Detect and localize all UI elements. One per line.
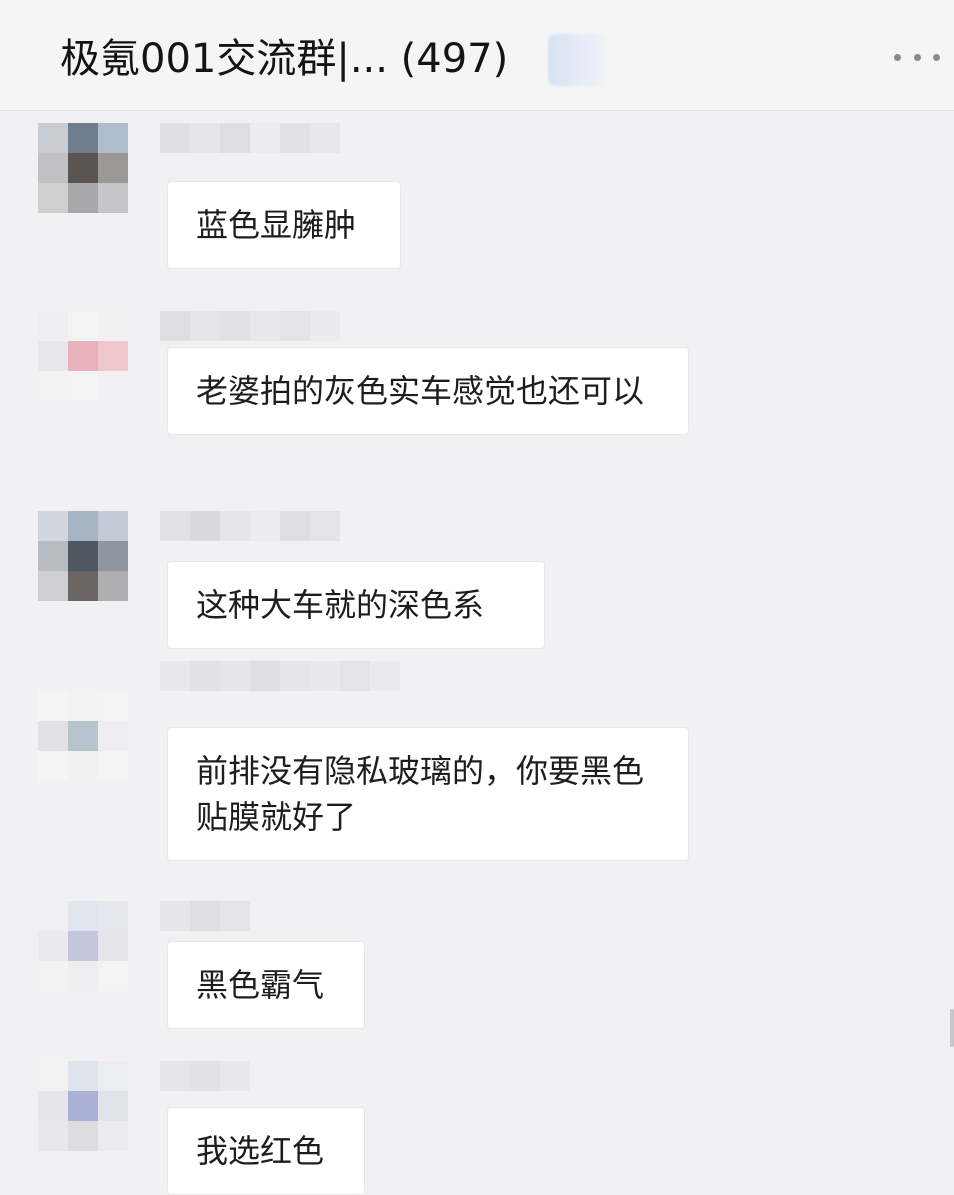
- message-bubble[interactable]: 蓝色显臃肿: [167, 181, 401, 269]
- avatar[interactable]: [38, 1061, 128, 1151]
- scrollbar[interactable]: [950, 1009, 954, 1047]
- chat-header: 极氪001交流群|... (497): [0, 0, 954, 111]
- message-bubble[interactable]: 黑色霸气: [167, 941, 365, 1029]
- avatar[interactable]: [38, 511, 128, 601]
- message-bubble[interactable]: 前排没有隐私玻璃的，你要黑色贴膜就好了: [167, 727, 689, 861]
- avatar[interactable]: [38, 311, 128, 401]
- avatar[interactable]: [38, 123, 128, 213]
- avatar[interactable]: [38, 691, 128, 781]
- group-title: 极氪001交流群|... (497): [60, 36, 509, 82]
- sender-name: [160, 661, 400, 691]
- blurred-badge: [548, 34, 610, 86]
- message-bubble[interactable]: 老婆拍的灰色实车感觉也还可以: [167, 347, 689, 435]
- message-bubble[interactable]: 我选红色: [167, 1107, 365, 1195]
- message-list[interactable]: 蓝色显臃肿 老婆拍的灰色实车感觉也还可以 这种大车就的深色系 前排没有隐私玻璃的…: [0, 111, 954, 1195]
- sender-name: [160, 123, 340, 153]
- sender-name: [160, 511, 340, 541]
- sender-name: [160, 1061, 250, 1091]
- more-icon[interactable]: [894, 48, 940, 66]
- message-bubble[interactable]: 这种大车就的深色系: [167, 561, 545, 649]
- sender-name: [160, 311, 340, 341]
- avatar[interactable]: [38, 901, 128, 991]
- sender-name: [160, 901, 250, 931]
